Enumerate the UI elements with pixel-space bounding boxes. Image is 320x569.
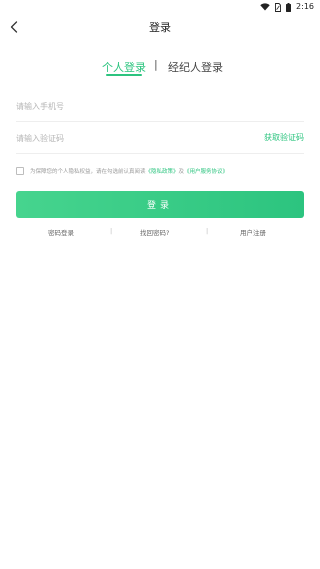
password-login-link[interactable]: 密码登录 xyxy=(48,227,74,237)
wifi-icon xyxy=(260,3,270,11)
status-time: 2:16 xyxy=(296,2,314,11)
tab-active-indicator xyxy=(106,74,142,76)
code-field: 获取验证码 xyxy=(16,122,304,154)
agreement-checkbox[interactable] xyxy=(16,167,24,175)
bottom-links: 密码登录 | 找回密码? | 用户注册 xyxy=(0,227,320,239)
login-tabs: 个人登录 | 经纪人登录 xyxy=(0,56,320,78)
privacy-policy-link[interactable]: 《隐私政策》 xyxy=(146,167,179,175)
code-input[interactable] xyxy=(16,130,236,146)
battery-icon xyxy=(286,2,292,12)
link-separator: | xyxy=(110,227,113,235)
tab-agent-login[interactable]: 经纪人登录 xyxy=(168,59,223,75)
sim-icon xyxy=(275,2,281,12)
status-icons: 2:16 xyxy=(260,1,314,13)
phone-input[interactable] xyxy=(16,98,296,114)
login-button[interactable]: 登录 xyxy=(16,191,304,218)
nav-bar: 登录 xyxy=(0,14,320,40)
link-separator: | xyxy=(206,227,209,235)
register-link[interactable]: 用户注册 xyxy=(240,227,266,237)
tab-personal-login[interactable]: 个人登录 xyxy=(102,59,146,75)
service-agreement-link[interactable]: 《用户服务协议》 xyxy=(184,167,228,175)
phone-field xyxy=(16,90,304,122)
agreement-text: 为保障您的个人隐私权益，请在勾选前认真阅读 xyxy=(30,169,146,175)
get-code-button[interactable]: 获取验证码 xyxy=(264,132,304,143)
tab-divider: | xyxy=(154,58,158,71)
find-password-link[interactable]: 找回密码? xyxy=(140,227,169,237)
page-title: 登录 xyxy=(149,21,171,34)
status-bar: 2:16 xyxy=(0,0,320,14)
agreement-row: 为保障您的个人隐私权益，请在勾选前认真阅读 《隐私政策》 及 《用户服务协议》 xyxy=(16,165,306,177)
